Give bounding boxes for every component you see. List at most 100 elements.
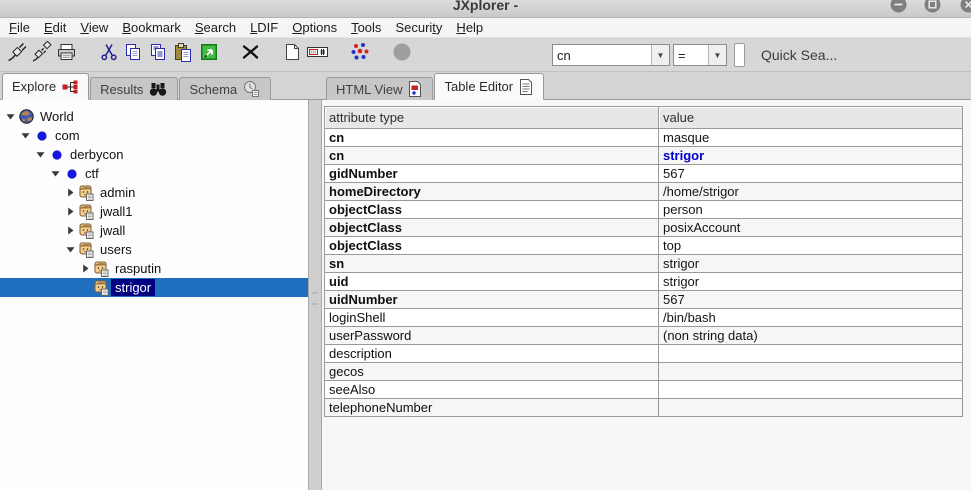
- attribute-value-cell[interactable]: /home/strigor: [659, 183, 962, 200]
- tab-html-view[interactable]: HTML View: [326, 77, 433, 100]
- connect-icon: [6, 41, 28, 68]
- tree-collapse-icon[interactable]: [63, 245, 77, 254]
- search-button[interactable]: [347, 42, 372, 68]
- search-operator-combo[interactable]: = ▼: [673, 44, 727, 66]
- stop-button[interactable]: [389, 42, 414, 68]
- attribute-type-cell[interactable]: description: [325, 345, 659, 362]
- attribute-type-cell[interactable]: objectClass: [325, 237, 659, 254]
- attribute-value-cell[interactable]: strigor: [659, 273, 962, 290]
- copy-button[interactable]: [121, 42, 146, 68]
- chevron-down-icon[interactable]: ▼: [708, 45, 726, 65]
- attribute-value-cell[interactable]: /bin/bash: [659, 309, 962, 326]
- tree-item-jwall1[interactable]: jwall1: [0, 202, 308, 221]
- attribute-type-cell[interactable]: telephoneNumber: [325, 399, 659, 416]
- tree-item-rasputin[interactable]: rasputin: [0, 259, 308, 278]
- tab-results[interactable]: Results: [90, 77, 178, 100]
- tree-item-strigor[interactable]: strigor: [0, 278, 308, 297]
- delete-icon: [240, 43, 261, 66]
- panel-splitter[interactable]: [308, 100, 322, 490]
- attribute-type-cell[interactable]: gecos: [325, 363, 659, 380]
- attribute-type-cell[interactable]: uid: [325, 273, 659, 290]
- paste-button[interactable]: [171, 42, 196, 68]
- search-value-field[interactable]: [734, 43, 745, 67]
- attribute-type-cell[interactable]: sn: [325, 255, 659, 272]
- close-button[interactable]: [960, 0, 971, 13]
- menu-bookmark[interactable]: Bookmark: [115, 19, 188, 36]
- paste-alias-button[interactable]: [196, 42, 221, 68]
- tree-expand-icon[interactable]: [63, 226, 77, 235]
- attribute-value-cell[interactable]: 567: [659, 165, 962, 182]
- column-header-value[interactable]: value: [659, 107, 962, 129]
- tree-item-admin[interactable]: admin: [0, 183, 308, 202]
- attribute-value-cell[interactable]: strigor: [659, 147, 962, 164]
- attribute-type-cell[interactable]: userPassword: [325, 327, 659, 344]
- tree-item-derbycon[interactable]: derbycon: [0, 145, 308, 164]
- attribute-type-cell[interactable]: objectClass: [325, 201, 659, 218]
- tree-collapse-icon[interactable]: [33, 150, 47, 159]
- tree-item-ctf[interactable]: ctf: [0, 164, 308, 183]
- attribute-value-cell[interactable]: [659, 363, 962, 380]
- tab-table-editor[interactable]: Table Editor: [434, 73, 544, 100]
- chevron-down-icon[interactable]: ▼: [651, 45, 669, 65]
- menu-view[interactable]: View: [73, 19, 115, 36]
- menu-options[interactable]: Options: [285, 19, 344, 36]
- menu-security[interactable]: Security: [388, 19, 449, 36]
- search-attribute-value[interactable]: cn: [553, 48, 651, 63]
- tree-collapse-icon[interactable]: [18, 131, 32, 140]
- attribute-type-cell[interactable]: cn: [325, 129, 659, 146]
- attribute-type-cell[interactable]: cn: [325, 147, 659, 164]
- menu-edit[interactable]: Edit: [37, 19, 73, 36]
- tree-collapse-icon[interactable]: [48, 169, 62, 178]
- menu-file[interactable]: File: [2, 19, 37, 36]
- disconnect-button[interactable]: [29, 42, 54, 68]
- attribute-value-cell[interactable]: (non string data): [659, 327, 962, 344]
- cut-button[interactable]: [96, 42, 121, 68]
- print-button[interactable]: [54, 42, 79, 68]
- tree-item-users[interactable]: users: [0, 240, 308, 259]
- menu-tools[interactable]: Tools: [344, 19, 388, 36]
- delete-button[interactable]: [238, 42, 263, 68]
- search-operator-value[interactable]: =: [674, 48, 708, 63]
- attribute-value-cell[interactable]: person: [659, 201, 962, 218]
- left-tab-group: Explore Results Schema: [2, 73, 272, 100]
- window-title: JXplorer -: [0, 0, 971, 13]
- attribute-value-cell[interactable]: 567: [659, 291, 962, 308]
- attribute-value-cell[interactable]: top: [659, 237, 962, 254]
- tree-item-jwall[interactable]: jwall: [0, 221, 308, 240]
- tree-collapse-icon[interactable]: [3, 112, 17, 121]
- connect-button[interactable]: [4, 42, 29, 68]
- tree-item-com[interactable]: com: [0, 126, 308, 145]
- person-icon: [92, 280, 111, 296]
- attribute-value-cell[interactable]: [659, 345, 962, 362]
- tree-expand-icon[interactable]: [63, 188, 77, 197]
- tab-explore[interactable]: Explore: [2, 73, 89, 100]
- tree-expand-icon[interactable]: [63, 207, 77, 216]
- attribute-type-cell[interactable]: uidNumber: [325, 291, 659, 308]
- attribute-value-cell[interactable]: [659, 399, 962, 416]
- tree-item-world[interactable]: World: [0, 107, 308, 126]
- tab-schema[interactable]: Schema: [179, 77, 271, 100]
- rename-button[interactable]: [305, 42, 330, 68]
- attribute-value-cell[interactable]: [659, 381, 962, 398]
- menu-search[interactable]: Search: [188, 19, 243, 36]
- attribute-type-cell[interactable]: objectClass: [325, 219, 659, 236]
- copy-dn-button[interactable]: [146, 42, 171, 68]
- attribute-type-cell[interactable]: seeAlso: [325, 381, 659, 398]
- tab-label: HTML View: [336, 82, 402, 97]
- tree-expand-icon[interactable]: [78, 264, 92, 273]
- attribute-value-cell[interactable]: masque: [659, 129, 962, 146]
- maximize-button[interactable]: [924, 0, 941, 13]
- attribute-value-cell[interactable]: strigor: [659, 255, 962, 272]
- column-header-attribute-type[interactable]: attribute type: [325, 107, 659, 129]
- menu-help[interactable]: Help: [449, 19, 490, 36]
- menu-ldif[interactable]: LDIF: [243, 19, 285, 36]
- attribute-type-cell[interactable]: gidNumber: [325, 165, 659, 182]
- quick-search-label[interactable]: Quick Sea...: [761, 47, 837, 63]
- tab-label: Results: [100, 82, 143, 97]
- search-attribute-combo[interactable]: cn ▼: [552, 44, 670, 66]
- attribute-value-cell[interactable]: posixAccount: [659, 219, 962, 236]
- attribute-type-cell[interactable]: loginShell: [325, 309, 659, 326]
- minimize-button[interactable]: [890, 0, 907, 13]
- attribute-type-cell[interactable]: homeDirectory: [325, 183, 659, 200]
- new-entry-button[interactable]: [280, 42, 305, 68]
